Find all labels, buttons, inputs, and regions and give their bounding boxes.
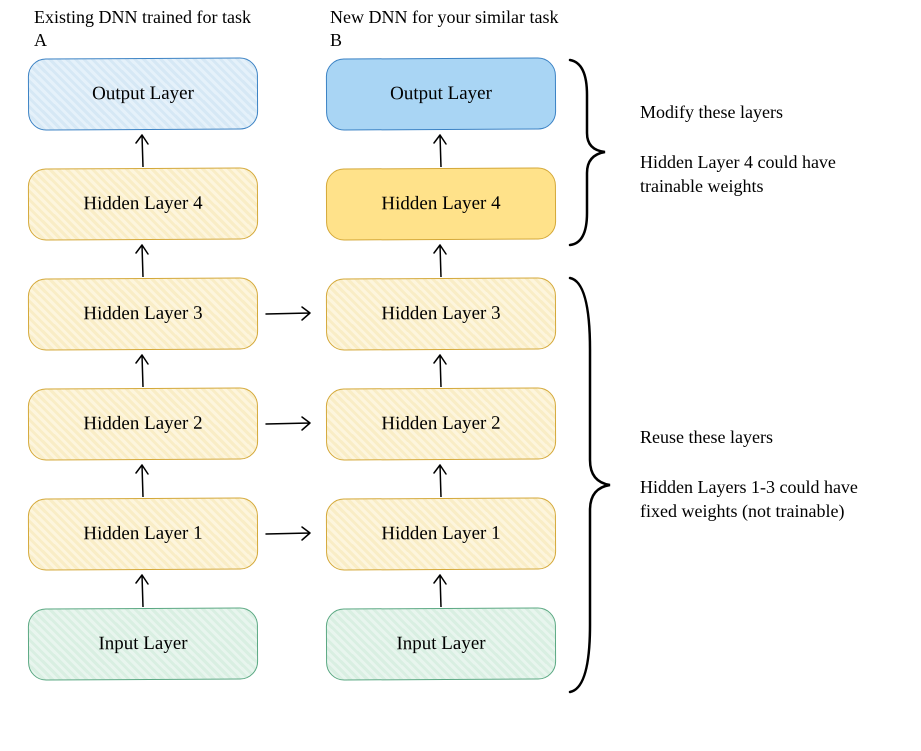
annotation-reuse: Reuse these layers (640, 425, 870, 449)
arrow-right-icon (264, 302, 316, 326)
brace-icon (565, 270, 620, 700)
layer-a-output: Output Layer (28, 57, 258, 130)
title-task-b: New DNN for your similar task B (330, 6, 570, 53)
arrow-up-icon (426, 239, 456, 277)
layer-b-input: Input Layer (326, 607, 556, 680)
layer-a-hidden3: Hidden Layer 3 (28, 277, 258, 350)
layer-b-output: Output Layer (326, 57, 556, 130)
arrow-up-icon (426, 569, 456, 607)
arrow-up-icon (426, 349, 456, 387)
layer-b-hidden2: Hidden Layer 2 (326, 387, 556, 460)
annotation-trainable: Hidden Layer 4 could have trainable weig… (640, 150, 870, 199)
annotation-modify: Modify these layers (640, 100, 870, 124)
arrow-up-icon (426, 129, 456, 167)
title-task-a: Existing DNN trained for task A (34, 6, 254, 53)
arrow-up-icon (128, 349, 158, 387)
arrow-up-icon (128, 569, 158, 607)
layer-b-hidden1: Hidden Layer 1 (326, 497, 556, 570)
arrow-up-icon (128, 239, 158, 277)
annotation-fixed: Hidden Layers 1-3 could have fixed weigh… (640, 475, 870, 524)
layer-a-hidden2: Hidden Layer 2 (28, 387, 258, 460)
layer-a-input: Input Layer (28, 607, 258, 680)
arrow-right-icon (264, 522, 316, 546)
arrow-up-icon (426, 459, 456, 497)
arrow-right-icon (264, 412, 316, 436)
layer-a-hidden1: Hidden Layer 1 (28, 497, 258, 570)
layer-a-hidden4: Hidden Layer 4 (28, 167, 258, 240)
layer-b-hidden3: Hidden Layer 3 (326, 277, 556, 350)
arrow-up-icon (128, 129, 158, 167)
layer-b-hidden4: Hidden Layer 4 (326, 167, 556, 240)
brace-icon (565, 55, 615, 250)
arrow-up-icon (128, 459, 158, 497)
